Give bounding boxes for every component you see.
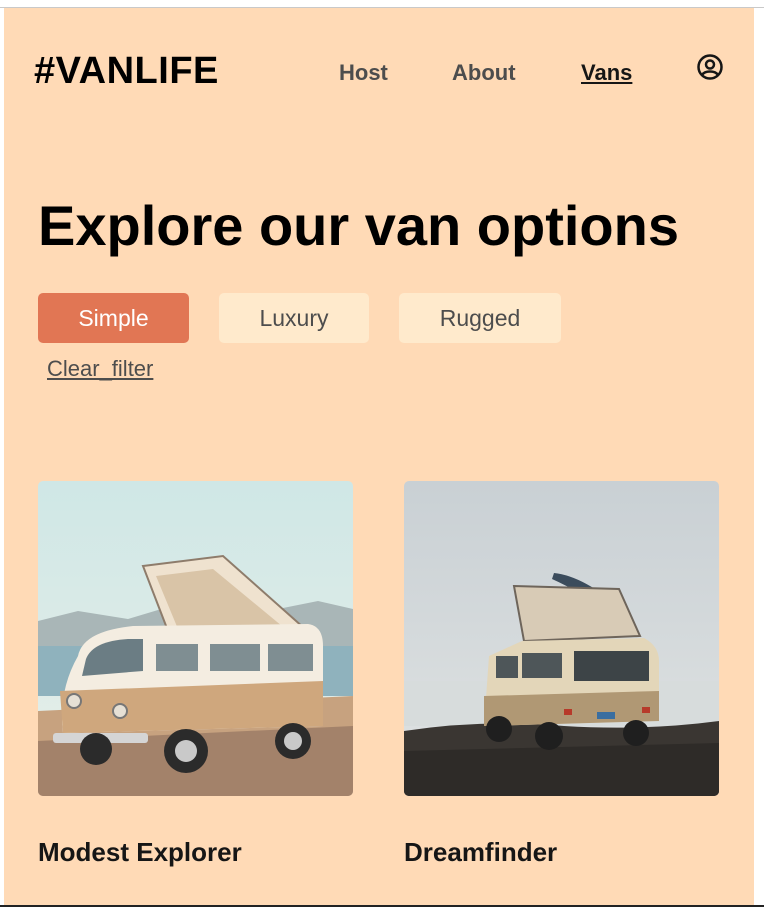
nav-link-vans[interactable]: Vans — [581, 60, 632, 86]
clear-filter-link[interactable]: Clear_filter — [47, 356, 153, 382]
van-card[interactable]: Modest Explorer — [38, 481, 353, 867]
nav-link-host[interactable]: Host — [339, 60, 388, 86]
page: #VANLIFE Host About Vans Explore our van… — [4, 8, 754, 905]
site-logo[interactable]: #VANLIFE — [34, 50, 219, 93]
van-image[interactable] — [38, 481, 353, 796]
van-name[interactable]: Modest Explorer — [38, 837, 242, 868]
filter-simple-button[interactable]: Simple — [38, 293, 189, 343]
van-name[interactable]: Dreamfinder — [404, 837, 557, 868]
filter-rugged-button[interactable]: Rugged — [399, 293, 561, 343]
filter-luxury-button[interactable]: Luxury — [219, 293, 369, 343]
van-card[interactable]: Dreamfinder — [404, 481, 719, 867]
van-image[interactable] — [404, 481, 719, 796]
page-title: Explore our van options — [38, 194, 679, 257]
user-circle-icon[interactable] — [696, 53, 724, 81]
nav-link-about[interactable]: About — [452, 60, 516, 86]
